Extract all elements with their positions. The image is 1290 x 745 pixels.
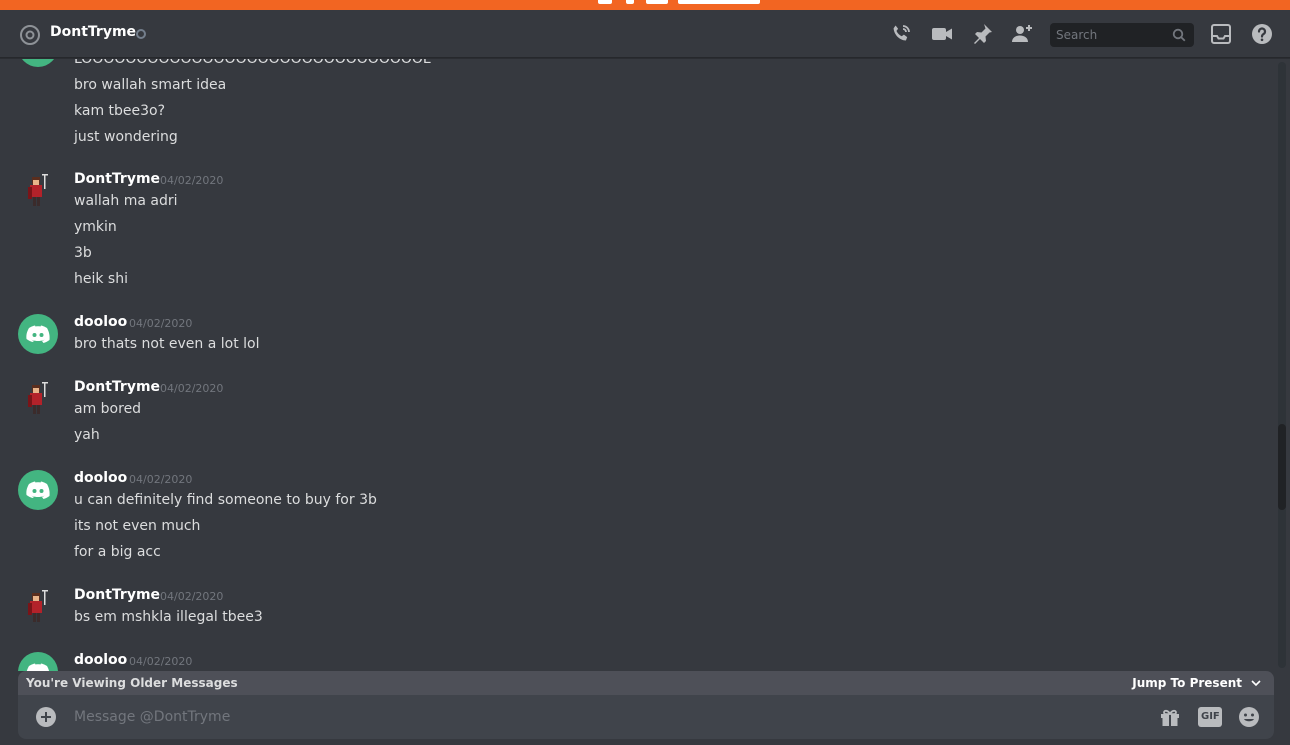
gif-button[interactable]: GIF — [1198, 707, 1222, 727]
message-line: heik shi — [74, 271, 128, 287]
help-icon[interactable] — [1250, 22, 1274, 46]
message-author[interactable]: dooloo — [74, 314, 127, 330]
message-group: DontTryme 04/02/2020 bs em mshkla illega… — [0, 587, 1270, 635]
message-line: kam tbee3o? — [74, 103, 166, 119]
message-line: for a big acc — [74, 544, 161, 560]
gift-icon[interactable] — [1158, 705, 1182, 729]
message-group: DontTryme 04/02/2020 wallah ma adri ymki… — [0, 171, 1270, 291]
message-line: bs em mshkla illegal tbee3 — [74, 609, 263, 625]
message-line: ymkin — [74, 219, 117, 235]
message-timestamp: 04/02/2020 — [129, 473, 193, 486]
message-line: LOOOOOOOOOOOOOOOOOOOOOOOOOOOOOOOL — [74, 59, 431, 67]
message-author[interactable]: DontTryme — [74, 171, 160, 187]
tb-shape-2 — [626, 0, 634, 4]
message-author[interactable]: DontTryme — [74, 379, 160, 395]
message-input[interactable] — [74, 705, 1144, 729]
emoji-icon[interactable] — [1237, 705, 1261, 729]
message-group: dooloo 04/02/2020 bro thats not even a l… — [0, 314, 1270, 364]
top-accent-bar — [0, 0, 1290, 10]
discord-logo-icon — [26, 481, 50, 499]
message-timestamp: 04/02/2020 — [160, 590, 224, 603]
message-list[interactable]: LOOOOOOOOOOOOOOOOOOOOOOOOOOOOOOOL bro wa… — [0, 59, 1276, 671]
message-line: yah — [74, 427, 100, 443]
message-author[interactable]: dooloo — [74, 470, 127, 486]
tb-shape-3 — [646, 0, 668, 4]
avatar[interactable] — [18, 59, 58, 67]
message-line: bro wallah smart idea — [74, 77, 227, 93]
older-messages-label: You're Viewing Older Messages — [26, 676, 238, 690]
search-icon — [1172, 28, 1186, 42]
gif-label: GIF — [1201, 711, 1220, 722]
inbox-icon[interactable] — [1209, 22, 1233, 46]
message-author[interactable]: dooloo — [74, 652, 127, 668]
scrollbar-track[interactable] — [1278, 62, 1286, 668]
message-group: LOOOOOOOOOOOOOOOOOOOOOOOOOOOOOOOL bro wa… — [0, 59, 1270, 145]
message-timestamp: 04/02/2020 — [160, 174, 224, 187]
tb-shape-1 — [598, 0, 612, 4]
add-friend-icon[interactable] — [1010, 22, 1034, 46]
message-timestamp: 04/02/2020 — [160, 382, 224, 395]
search-box[interactable] — [1050, 23, 1194, 47]
avatar[interactable] — [18, 470, 58, 510]
video-call-icon[interactable] — [930, 22, 954, 46]
message-timestamp: 04/02/2020 — [129, 317, 193, 330]
discord-logo-icon — [26, 663, 50, 671]
tb-shape-4 — [678, 0, 760, 4]
message-line: am bored — [74, 401, 142, 417]
message-composer: GIF — [18, 695, 1274, 739]
add-attachment-icon[interactable] — [35, 706, 57, 728]
scrollbar-thumb[interactable] — [1278, 424, 1286, 510]
message-group: dooloo 04/02/2020 — [0, 652, 1270, 671]
message-line: 3b — [74, 245, 92, 261]
jump-to-present-button[interactable]: Jump To Present — [1132, 676, 1242, 690]
message-line: just wondering — [74, 129, 178, 145]
chevron-down-icon[interactable] — [1250, 677, 1262, 689]
message-line: its not even much — [74, 518, 201, 534]
message-line: u can definitely find someone to buy for… — [74, 492, 377, 508]
search-input[interactable] — [1050, 23, 1160, 47]
channel-name: DontTryme — [50, 24, 137, 40]
avatar[interactable] — [18, 587, 58, 627]
message-line: bro thats not even a lot lol — [74, 336, 260, 352]
message-group: DontTryme 04/02/2020 am bored yah — [0, 379, 1270, 449]
message-line: wallah ma adri — [74, 193, 178, 209]
message-group: dooloo 04/02/2020 u can definitely find … — [0, 470, 1270, 566]
message-author[interactable]: DontTryme — [74, 587, 160, 603]
channel-header: DontTryme — [0, 10, 1290, 58]
avatar[interactable] — [18, 652, 58, 671]
at-icon — [20, 25, 40, 45]
avatar[interactable] — [18, 314, 58, 354]
status-indicator-icon — [136, 29, 146, 39]
avatar[interactable] — [18, 379, 58, 419]
message-timestamp: 04/02/2020 — [129, 655, 193, 668]
pin-icon[interactable] — [970, 22, 994, 46]
older-messages-bar: You're Viewing Older Messages Jump To Pr… — [18, 671, 1274, 695]
avatar[interactable] — [18, 171, 58, 211]
call-icon[interactable] — [889, 22, 913, 46]
discord-logo-icon — [26, 325, 50, 343]
